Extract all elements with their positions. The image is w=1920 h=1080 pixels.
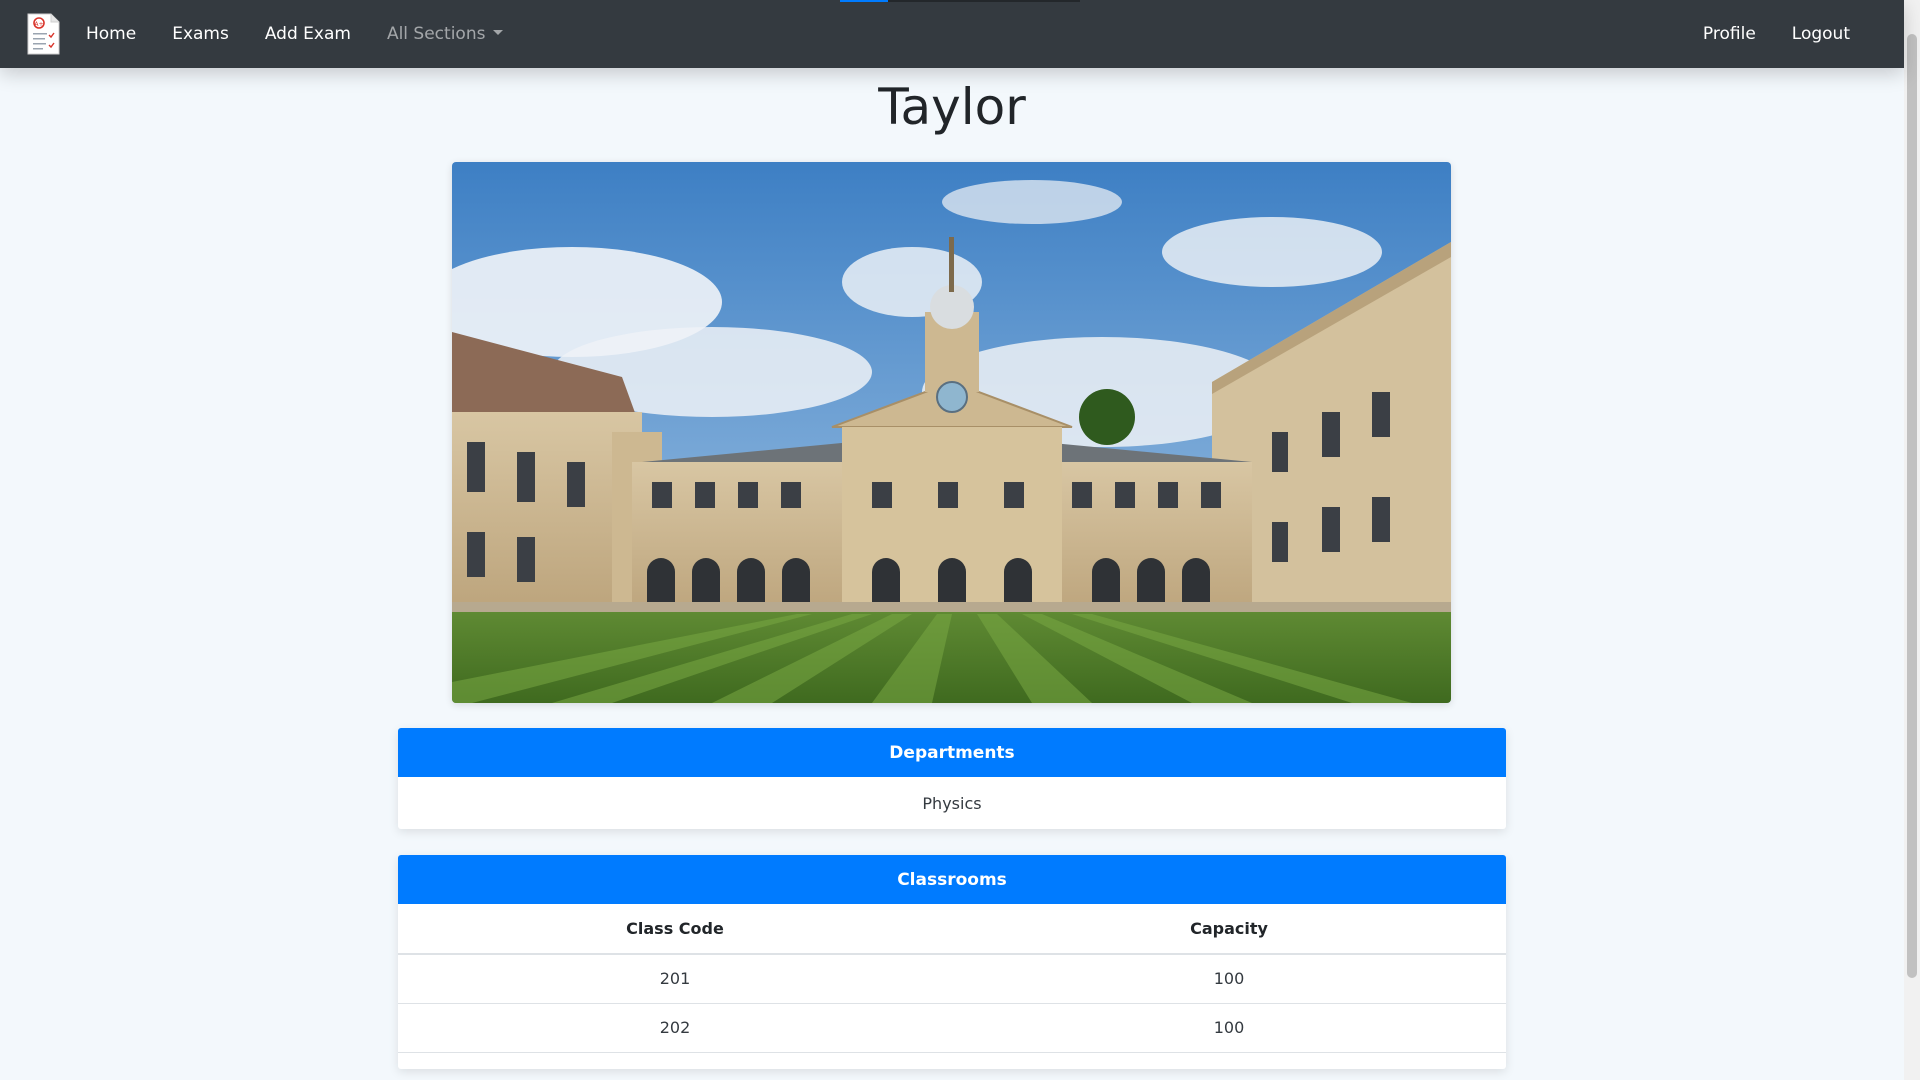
table-row: 202 100	[398, 1003, 1506, 1053]
svg-text:A+: A+	[34, 21, 43, 28]
column-class-code: Class Code	[398, 904, 952, 955]
classrooms-table: Class Code Capacity 201 100 202 100	[398, 904, 1506, 1053]
caret-down-icon	[493, 29, 504, 35]
navbar: A+ Home Exams Add Exam All Sections Prof…	[0, 0, 1904, 68]
loading-progress-bar	[840, 0, 1080, 2]
department-item: Physics	[922, 793, 982, 813]
capacity-cell: 100	[952, 954, 1506, 1004]
departments-card: Departments Physics	[398, 728, 1506, 829]
nav-profile-link[interactable]: Profile	[1703, 24, 1756, 44]
page-title: Taylor	[878, 78, 1026, 136]
nav-sections-dropdown[interactable]: All Sections	[387, 24, 504, 44]
scrollbar-thumb[interactable]	[1907, 34, 1917, 978]
classrooms-card: Classrooms Class Code Capacity 201 100 2…	[398, 855, 1506, 1069]
class-code-cell: 202	[398, 1003, 952, 1053]
nav-logout-link[interactable]: Logout	[1792, 24, 1850, 44]
nav-exams-link[interactable]: Exams	[172, 24, 229, 44]
classrooms-header: Classrooms	[398, 855, 1506, 904]
table-row: 201 100	[398, 954, 1506, 1004]
nav-sections-label: All Sections	[386, 24, 486, 44]
exam-document-icon[interactable]: A+	[26, 13, 60, 55]
class-code-cell: 201	[398, 954, 952, 1004]
nav-home-link[interactable]: Home	[86, 24, 136, 44]
campus-building-image	[452, 162, 1451, 703]
departments-header: Departments	[398, 728, 1506, 777]
nav-add-exam-link[interactable]: Add Exam	[265, 24, 351, 44]
page-scrollbar[interactable]	[1904, 0, 1920, 1080]
table-header-row: Class Code Capacity	[398, 904, 1506, 955]
column-capacity: Capacity	[952, 904, 1506, 955]
capacity-cell: 100	[952, 1003, 1506, 1053]
